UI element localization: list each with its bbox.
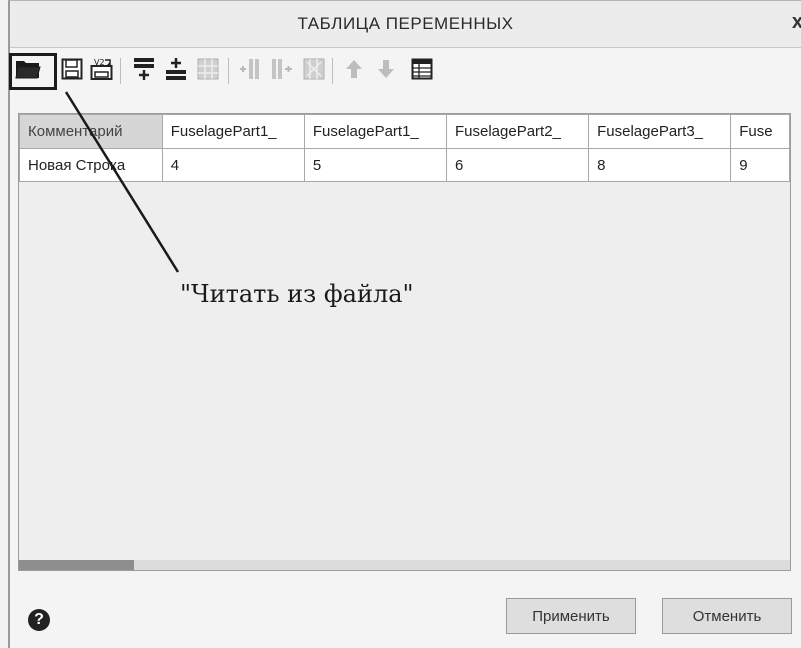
add-row-icon[interactable] (162, 55, 190, 83)
toolbar-separator (228, 58, 229, 84)
variables-table: Комментарий FuselagePart1_ FuselagePart1… (19, 114, 790, 182)
table-cell[interactable]: 5 (303, 148, 447, 182)
annotation-label: "Читать из файла" (180, 280, 414, 308)
column-header-comment[interactable]: Комментарий (19, 114, 163, 149)
column-header[interactable]: FuselagePart1_ (161, 114, 305, 149)
horizontal-scrollbar-thumb[interactable] (19, 560, 134, 570)
table-row: Новая Строка 4 5 6 8 9 (19, 148, 790, 182)
table-icon[interactable] (408, 55, 436, 83)
table-cell-comment[interactable]: Новая Строка (19, 148, 163, 182)
delete-column-icon[interactable] (300, 55, 328, 83)
insert-row-icon[interactable] (130, 55, 158, 83)
dialog-title: ТАБЛИЦА ПЕРЕМЕННЫХ (297, 14, 514, 33)
title-bar: ТАБЛИЦА ПЕРЕМЕННЫХ x (10, 1, 801, 48)
table-cell[interactable]: 6 (445, 148, 590, 182)
cancel-button[interactable]: Отменить (662, 598, 792, 634)
open-file-highlight-frame (9, 53, 57, 90)
help-icon[interactable]: ? (28, 609, 50, 631)
add-column-icon[interactable] (268, 55, 296, 83)
column-header[interactable]: Fuse (730, 114, 790, 149)
toolbar: V2 (14, 50, 774, 90)
apply-button[interactable]: Применить (506, 598, 636, 634)
save-icon[interactable] (58, 55, 86, 83)
move-down-icon[interactable] (372, 55, 400, 83)
table-cell[interactable]: 8 (588, 148, 732, 182)
column-header[interactable]: FuselagePart1_ (303, 114, 447, 149)
variables-grid: Комментарий FuselagePart1_ FuselagePart1… (18, 113, 791, 571)
table-cell[interactable]: 9 (730, 148, 790, 182)
toolbar-separator (332, 58, 333, 84)
close-button[interactable]: x (792, 11, 801, 34)
horizontal-scrollbar[interactable] (19, 560, 790, 570)
delete-row-icon[interactable] (194, 55, 222, 83)
column-header[interactable]: FuselagePart3_ (588, 114, 732, 149)
move-up-icon[interactable] (340, 55, 368, 83)
insert-column-icon[interactable] (236, 55, 264, 83)
table-header-row: Комментарий FuselagePart1_ FuselagePart1… (19, 114, 790, 149)
save-as-icon[interactable]: V2 (88, 55, 116, 83)
toolbar-separator (120, 58, 121, 84)
column-header[interactable]: FuselagePart2_ (445, 114, 590, 149)
svg-text:V2: V2 (94, 58, 105, 67)
table-cell[interactable]: 4 (161, 148, 305, 182)
